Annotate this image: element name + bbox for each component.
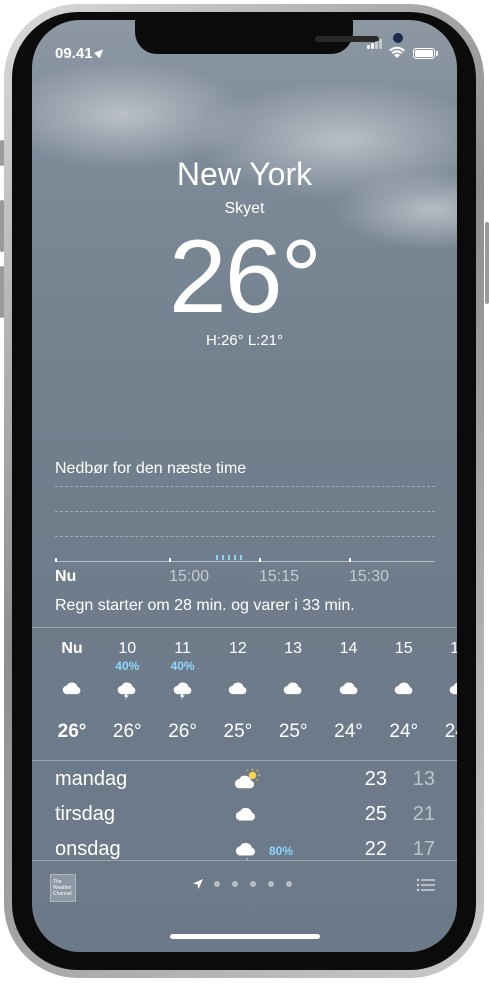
day-name: onsdag <box>55 838 121 860</box>
front-camera <box>393 33 403 43</box>
hour-precip-chance: 40% <box>170 659 195 673</box>
day-high: 25 <box>364 803 387 825</box>
daily-row: onsdag 80% 22 17 <box>55 838 445 868</box>
list-icon[interactable] <box>416 878 436 892</box>
page-dot[interactable] <box>232 881 238 887</box>
wifi-icon <box>389 46 405 58</box>
cloud-icon <box>233 803 261 827</box>
status-time-text: 09.41 <box>55 45 93 62</box>
mute-switch <box>0 140 4 166</box>
precip-time-label: 15:15 <box>259 568 300 585</box>
hour-label: 15 <box>394 640 413 657</box>
weather-screen: 09.41 New York Skyet 26° H:26° L:21° Ned… <box>32 20 457 952</box>
section-divider <box>32 860 457 861</box>
hour-temperature: 24° <box>334 721 363 742</box>
hour-label: 11 <box>174 640 191 657</box>
day-name: mandag <box>55 768 128 790</box>
weather-condition: Skyet <box>224 200 265 217</box>
hour-label: 14 <box>339 640 358 657</box>
precipitation-title: Nedbør for den næste time <box>55 460 247 477</box>
precip-bar <box>222 555 224 560</box>
volume-up-button <box>0 200 4 252</box>
precip-bar <box>216 555 218 560</box>
day-low: 17 <box>412 838 435 860</box>
volume-down-button <box>0 266 4 318</box>
precip-baseline <box>55 561 435 562</box>
hour-label: 13 <box>284 640 303 657</box>
precip-tick <box>55 558 57 562</box>
hour-label: 10 <box>118 640 137 657</box>
status-time: 09.41 <box>55 45 106 62</box>
hour-temperature: 26° <box>168 721 197 742</box>
precip-time-label: 15:00 <box>169 568 210 585</box>
hour-label: Nu <box>61 640 83 657</box>
location-page-icon[interactable] <box>192 878 204 890</box>
page-dot[interactable] <box>268 881 274 887</box>
home-indicator[interactable] <box>170 934 320 939</box>
section-divider <box>32 760 457 761</box>
cloud-icon <box>393 678 417 700</box>
precip-tick <box>259 558 261 562</box>
side-button <box>485 222 489 304</box>
hour-label: 16 <box>450 640 457 657</box>
day-precip-chance: 80% <box>269 844 294 858</box>
partly-sunny-icon <box>233 768 261 792</box>
current-temperature: 26° <box>168 219 322 335</box>
page-dot[interactable] <box>250 881 256 887</box>
high-low-temperature: H:26° L:21° <box>205 332 284 349</box>
hour-label: 12 <box>228 640 247 657</box>
daily-row: mandag 23 13 <box>55 768 445 798</box>
hour-precip-chance: 40% <box>115 659 140 673</box>
city-name: New York <box>176 156 313 192</box>
precip-time-label: 15:30 <box>349 568 390 585</box>
page-dot[interactable] <box>214 881 220 887</box>
daily-row: tirsdag 25 21 <box>55 803 445 833</box>
hour-temperature: 25° <box>223 721 253 742</box>
day-high: 22 <box>364 838 387 860</box>
day-low: 13 <box>412 768 435 790</box>
precip-gridline <box>55 511 435 512</box>
day-low: 21 <box>412 803 435 825</box>
rain-icon <box>233 838 261 862</box>
cloud-icon <box>227 678 251 700</box>
precip-bar <box>228 555 230 560</box>
battery-icon <box>413 48 435 59</box>
section-divider <box>32 627 457 628</box>
hour-temperature: 26° <box>57 721 87 742</box>
earpiece <box>315 36 379 42</box>
thunderstorm-icon <box>172 678 196 700</box>
precip-bar <box>234 555 236 560</box>
precip-time-label: Nu <box>55 568 77 585</box>
location-arrow-icon <box>93 46 106 59</box>
weather-channel-logo[interactable]: The Weather Channel <box>50 874 76 902</box>
thunderstorm-icon <box>116 678 140 700</box>
precip-bar <box>240 555 242 560</box>
precip-tick <box>169 558 171 562</box>
cloud-icon <box>61 678 85 700</box>
precip-gridline <box>55 536 435 537</box>
battery-tip <box>436 51 438 56</box>
cloud-icon <box>448 678 457 700</box>
hour-temperature: 24° <box>444 721 457 742</box>
precip-gridline <box>55 486 435 487</box>
hour-temperature: 25° <box>278 721 308 742</box>
hour-temperature: 24° <box>389 721 419 742</box>
day-high: 23 <box>364 768 387 790</box>
hour-temperature: 26° <box>112 721 142 742</box>
notch <box>135 20 403 54</box>
precip-tick <box>349 558 351 562</box>
day-name: tirsdag <box>55 803 116 825</box>
precipitation-note: Regn starter om 28 min. og varer i 33 mi… <box>55 597 355 614</box>
cloud-icon <box>282 678 306 700</box>
cloud-icon <box>338 678 362 700</box>
page-dot[interactable] <box>286 881 292 887</box>
